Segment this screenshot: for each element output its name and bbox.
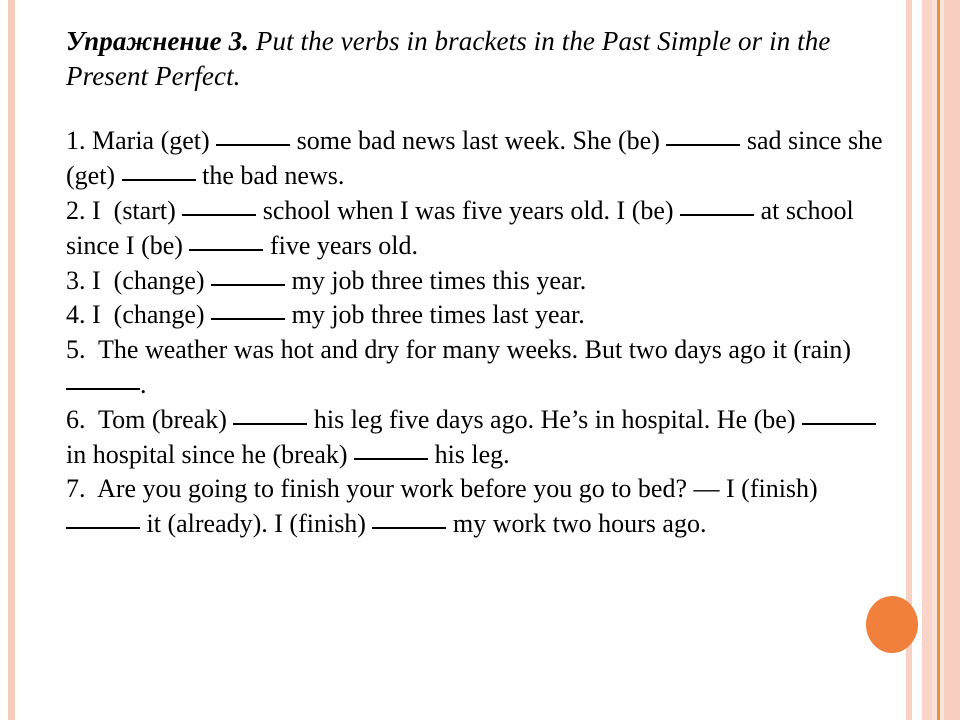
exercise-number: 1.: [66, 126, 86, 156]
exercise-item: 2. I (start) school when I was five year…: [66, 194, 896, 264]
exercise-item: 3. I (change) my job three times this ye…: [66, 264, 896, 299]
exercise-text: my job three times last year.: [285, 300, 585, 330]
exercise-number: 6.: [66, 404, 86, 434]
decorative-stripe-right-4: [937, 0, 940, 720]
answer-blank[interactable]: [372, 527, 447, 530]
exercise-text: I (start): [85, 195, 183, 225]
exercise-text: Tom (break): [85, 404, 234, 434]
decorative-stripe-right-6: [944, 0, 960, 720]
exercise-list: 1. Maria (get) some bad news last week. …: [66, 124, 883, 542]
orange-circle-accent: [866, 596, 918, 653]
answer-blank[interactable]: [233, 422, 308, 425]
exercise-item: 5. The weather was hot and dry for many …: [66, 333, 896, 403]
slide-canvas: Упражнение 3. Put the verbs in brackets …: [0, 0, 960, 720]
exercise-item: 4. I (change) my job three times last ye…: [66, 298, 896, 333]
exercise-text: his leg five days ago. He’s in hospital.…: [307, 404, 802, 434]
decorative-stripe-right-3: [932, 0, 937, 720]
slide-content: Упражнение 3. Put the verbs in brackets …: [66, 24, 883, 542]
exercise-item: 1. Maria (get) some bad news last week. …: [66, 124, 896, 194]
exercise-text: Are you going to finish your work before…: [85, 474, 825, 504]
exercise-text: my work two hours ago.: [446, 509, 707, 539]
exercise-text: his leg.: [428, 439, 510, 469]
exercise-number: 2.: [66, 195, 86, 225]
exercise-number: 5.: [66, 335, 86, 365]
answer-blank[interactable]: [121, 179, 196, 182]
exercise-text: school when I was five years old. I (be): [256, 195, 681, 225]
answer-blank[interactable]: [666, 144, 741, 147]
exercise-number: 3.: [66, 265, 86, 295]
exercise-label: Упражнение 3.: [66, 26, 250, 56]
answer-blank[interactable]: [189, 248, 264, 251]
exercise-text: I (change): [85, 265, 212, 295]
exercise-item: 6. Tom (break) his leg five days ago. He…: [66, 403, 896, 473]
answer-blank[interactable]: [66, 527, 140, 530]
answer-blank[interactable]: [66, 387, 140, 390]
exercise-text: Maria (get): [85, 126, 217, 156]
decorative-stripe-right-5: [940, 0, 944, 720]
exercise-text: I (change): [85, 300, 212, 330]
exercise-text: The weather was hot and dry for many wee…: [85, 335, 858, 365]
answer-blank[interactable]: [354, 457, 429, 460]
exercise-item: 7. Are you going to finish your work bef…: [66, 472, 896, 542]
page-title: Упражнение 3. Put the verbs in brackets …: [66, 24, 856, 94]
answer-blank[interactable]: [182, 213, 257, 216]
exercise-text: it (already). I (finish): [140, 509, 373, 539]
decorative-stripe-left: [8, 0, 15, 720]
exercise-text: .: [140, 369, 147, 399]
exercise-text: five years old.: [263, 230, 418, 260]
answer-blank[interactable]: [680, 213, 755, 216]
exercise-number: 7.: [66, 474, 86, 504]
answer-blank[interactable]: [801, 422, 876, 425]
answer-blank[interactable]: [216, 144, 291, 147]
exercise-text: my job three times this year.: [285, 265, 587, 295]
exercise-text: the bad news.: [195, 161, 345, 191]
decorative-stripe-right-2: [922, 0, 932, 720]
answer-blank[interactable]: [211, 283, 286, 286]
exercise-number: 4.: [66, 300, 86, 330]
answer-blank[interactable]: [211, 318, 286, 321]
exercise-text: some bad news last week. She (be): [290, 126, 667, 156]
